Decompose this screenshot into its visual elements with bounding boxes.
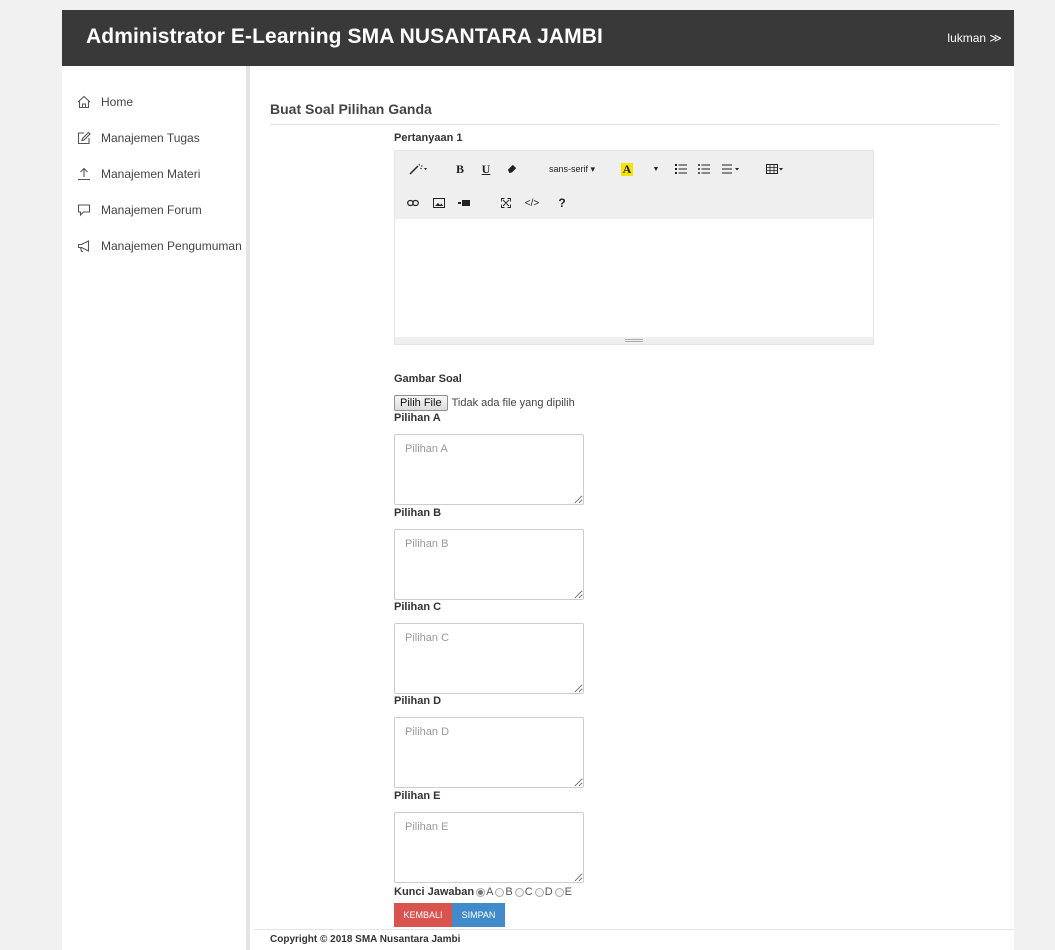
question-editor-area[interactable] [395, 219, 873, 337]
sidebar-item-materi[interactable]: Manajemen Materi [76, 164, 200, 184]
radio-icon[interactable] [514, 887, 524, 897]
home-icon [76, 94, 92, 110]
option-e-label: Pilihan E [394, 790, 441, 802]
answer-radio-b[interactable]: B [495, 886, 513, 898]
option-a-input[interactable] [394, 434, 584, 505]
image-label: Gambar Soal [394, 373, 462, 385]
font-family-select[interactable]: sans-serif ▾ [543, 161, 601, 177]
choose-file-button[interactable]: Pilih File [394, 395, 448, 411]
help-icon[interactable]: ? [557, 195, 567, 211]
page-title: Buat Soal Pilihan Ganda [270, 101, 432, 117]
radio-icon[interactable] [554, 887, 564, 897]
answer-key-label: Kunci Jawaban [394, 886, 475, 898]
editor-toolbar: B U sans-serif ▾ A ▼ </> ? [395, 151, 873, 219]
sidebar-item-tugas[interactable]: Manajemen Tugas [76, 128, 200, 148]
answer-radio-e[interactable]: E [554, 886, 573, 898]
link-icon[interactable] [406, 195, 420, 211]
text-color-icon[interactable]: A [620, 161, 634, 177]
save-button[interactable]: SIMPAN [452, 903, 505, 927]
code-view-icon[interactable]: </> [523, 195, 541, 211]
app-title: Administrator E-Learning SMA NUSANTARA J… [86, 25, 603, 48]
color-dropdown-chevron-icon[interactable]: ▼ [651, 161, 661, 177]
megaphone-icon [76, 238, 92, 254]
page-frame: Administrator E-Learning SMA NUSANTARA J… [62, 10, 1014, 950]
option-e-input[interactable] [394, 812, 584, 883]
sidebar-item-label: Manajemen Forum [101, 203, 202, 217]
option-b-label: Pilihan B [394, 507, 442, 519]
grip-icon [625, 339, 643, 342]
top-navbar: Administrator E-Learning SMA NUSANTARA J… [62, 10, 1014, 66]
option-d-input[interactable] [394, 717, 584, 788]
answer-radio-d[interactable]: D [534, 886, 553, 898]
table-icon[interactable] [764, 161, 786, 177]
rich-text-editor: B U sans-serif ▾ A ▼ </> ? [394, 150, 874, 345]
radio-label: B [505, 886, 513, 898]
file-input[interactable]: Pilih File Tidak ada file yang dipilih [394, 395, 575, 411]
question-label: Pertanyaan 1 [394, 132, 463, 144]
option-c-label: Pilihan C [394, 601, 442, 613]
sidebar-item-label: Manajemen Pengumuman [101, 239, 242, 253]
underline-icon[interactable]: U [479, 161, 493, 177]
answer-key: Kunci Jawaban A B C D E [394, 884, 572, 900]
option-a-label: Pilihan A [394, 412, 441, 424]
main-content: Buat Soal Pilihan Ganda Pertanyaan 1 B U… [254, 66, 1014, 950]
unordered-list-icon[interactable] [674, 161, 688, 177]
fullscreen-icon[interactable] [499, 195, 513, 211]
paragraph-align-icon[interactable] [720, 161, 742, 177]
back-button[interactable]: KEMBALI [394, 903, 452, 927]
option-c-input[interactable] [394, 623, 584, 694]
sidebar-item-label: Home [101, 95, 134, 109]
user-menu[interactable]: lukman ≫ [947, 31, 1002, 45]
sidebar-item-forum[interactable]: Manajemen Forum [76, 200, 202, 220]
sidebar-item-label: Manajemen Tugas [101, 131, 200, 145]
answer-radio-c[interactable]: C [514, 886, 533, 898]
sidebar-item-home[interactable]: Home [76, 92, 133, 112]
sidebar-item-label: Manajemen Materi [101, 167, 201, 181]
file-status-text: Tidak ada file yang dipilih [451, 397, 575, 409]
video-icon[interactable] [457, 195, 471, 211]
picture-icon[interactable] [432, 195, 446, 211]
radio-icon[interactable] [495, 887, 505, 897]
option-b-input[interactable] [394, 529, 584, 600]
upload-icon [76, 166, 92, 182]
magic-wand-icon[interactable] [405, 161, 431, 177]
radio-label: C [524, 886, 533, 898]
option-d-label: Pilihan D [394, 695, 442, 707]
eraser-icon[interactable] [505, 161, 519, 177]
radio-label: D [544, 886, 553, 898]
title-divider [270, 124, 999, 125]
ordered-list-icon[interactable] [697, 161, 711, 177]
chat-icon [76, 202, 92, 218]
footer-copyright: Copyright © 2018 SMA Nusantara Jambi [270, 934, 461, 945]
answer-radio-a[interactable]: A [476, 886, 493, 898]
editor-resize-handle[interactable] [395, 337, 873, 344]
bold-icon[interactable]: B [453, 161, 467, 177]
radio-icon[interactable] [534, 887, 544, 897]
radio-label: E [564, 886, 573, 898]
sidebar-item-pengumuman[interactable]: Manajemen Pengumuman [76, 236, 242, 256]
radio-selected-icon[interactable] [476, 887, 486, 897]
footer-divider [254, 929, 1014, 930]
edit-icon [76, 130, 92, 146]
sidebar: Home Manajemen Tugas Manajemen Materi Ma… [62, 66, 250, 950]
radio-label: A [486, 886, 494, 898]
